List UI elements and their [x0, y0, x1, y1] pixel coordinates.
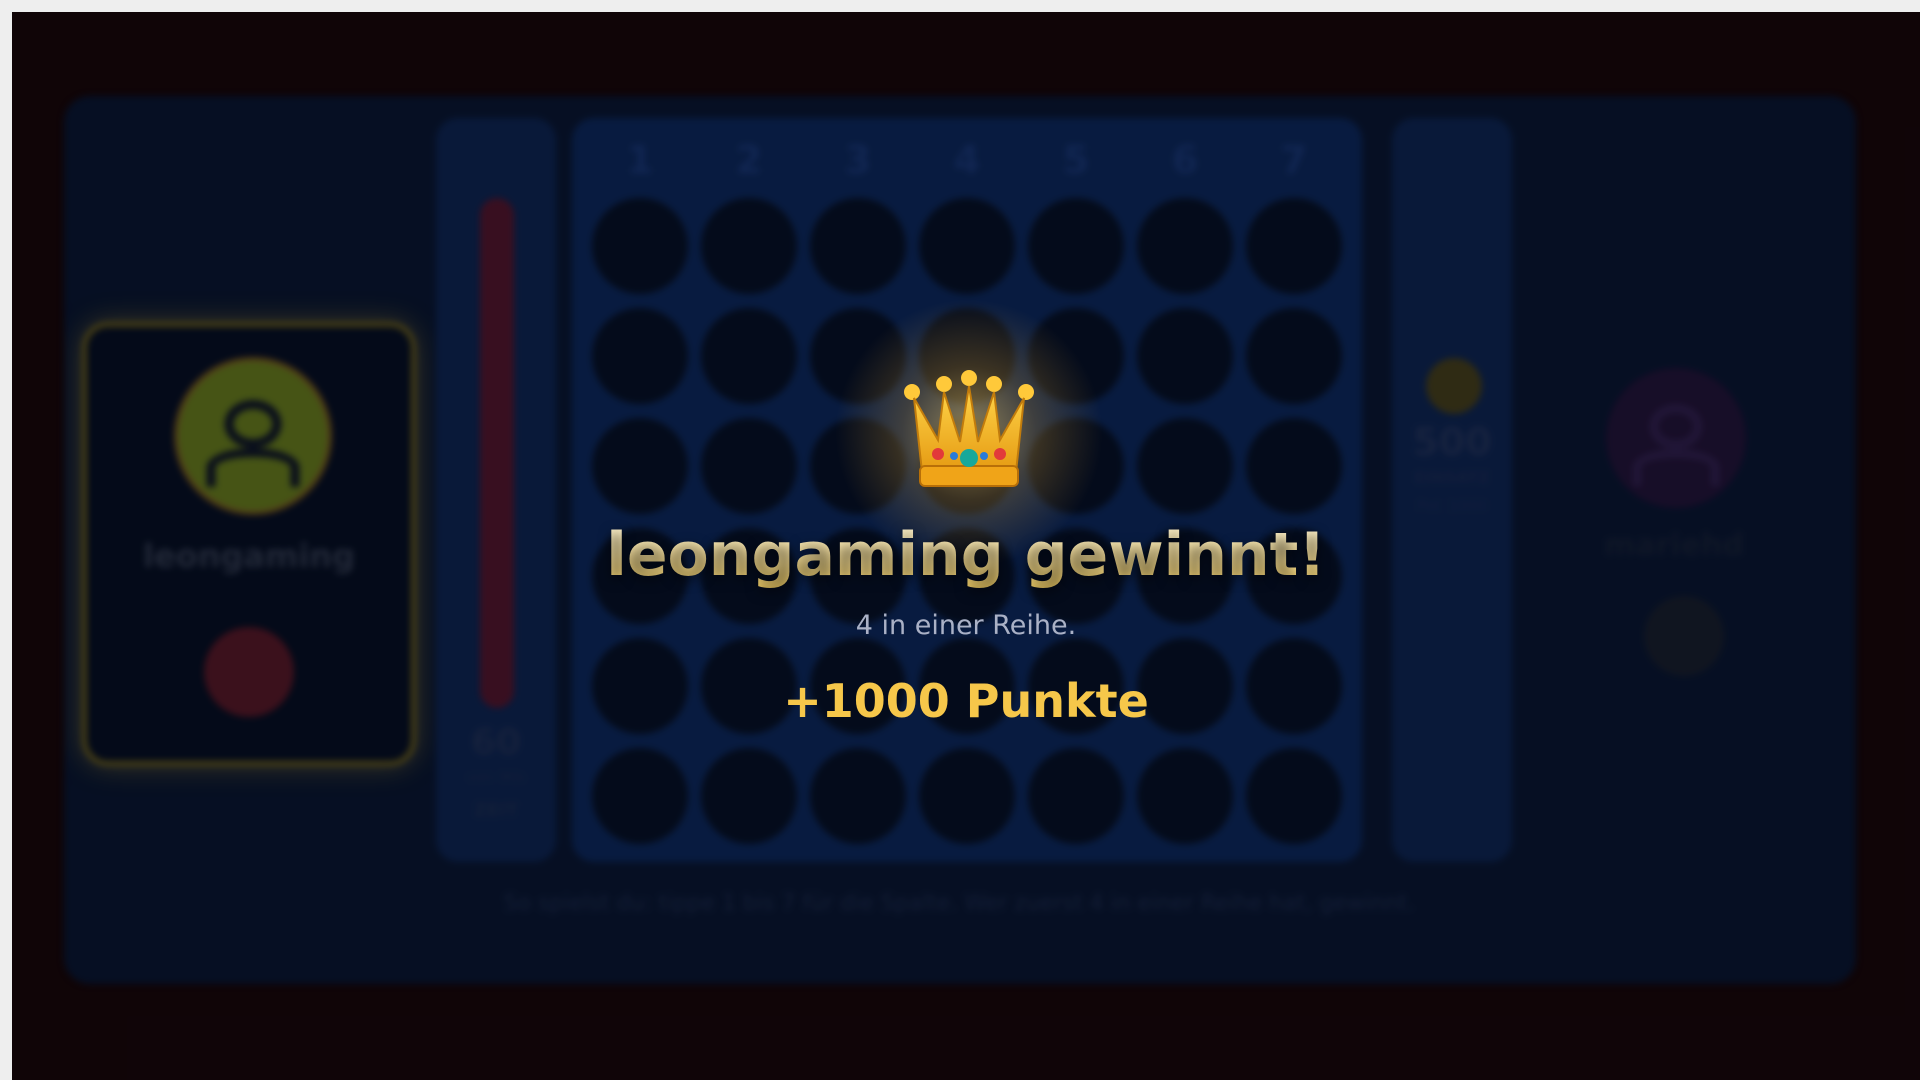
win-reason: 4 in einer Reihe.: [855, 610, 1077, 641]
crown-icon: [902, 370, 1036, 500]
win-points: +1000 Punkte: [783, 674, 1149, 728]
win-title: leongaming gewinnt!: [606, 520, 1326, 590]
